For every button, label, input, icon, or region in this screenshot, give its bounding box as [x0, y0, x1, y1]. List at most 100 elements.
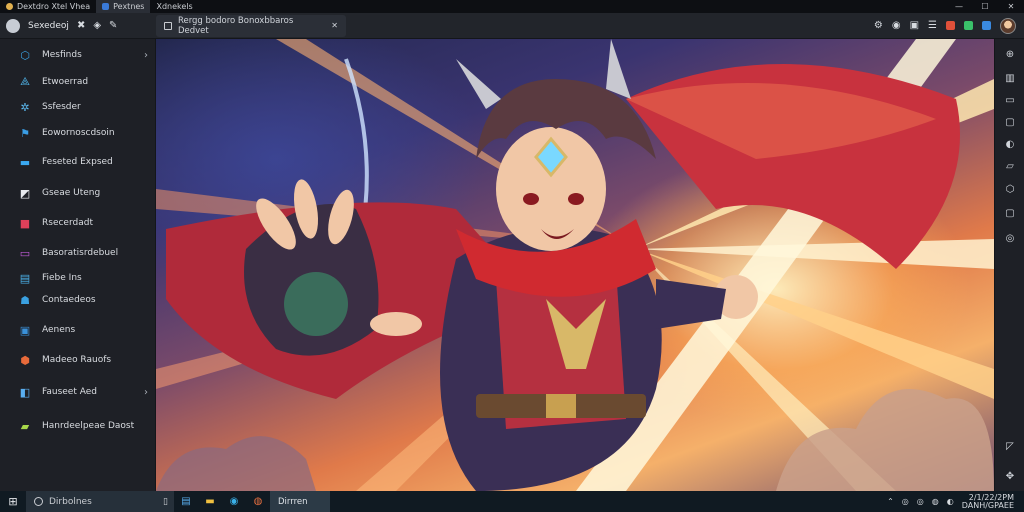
- clock[interactable]: 2/1/22/2PM DANH/GPAEE: [961, 493, 1018, 510]
- rail-tool-icon[interactable]: ▥: [1003, 71, 1017, 85]
- camera-icon[interactable]: ▣: [910, 20, 919, 31]
- sidebar-item[interactable]: ▤ Fiebe Ins: [0, 267, 156, 289]
- rail-tool-icon[interactable]: ▢: [1003, 115, 1017, 129]
- window-tab-3[interactable]: Xdnekels: [150, 0, 198, 13]
- sidebar-item[interactable]: ⟁ Etwoerrad: [0, 71, 156, 93]
- sidebar-item-label: Gseae Uteng: [42, 188, 101, 198]
- app-green-icon[interactable]: [964, 21, 973, 30]
- sidebar-item-label: Fauseet Aed: [42, 387, 97, 397]
- sidebar-item-icon: ■: [19, 216, 31, 230]
- tray-overflow-icon[interactable]: ⌃: [887, 497, 894, 506]
- file-explorer-icon[interactable]: ▬: [198, 491, 222, 512]
- avatar[interactable]: [1000, 17, 1016, 34]
- rail-tool-icon[interactable]: ▱: [1003, 159, 1017, 173]
- maximize-button[interactable]: ☐: [972, 0, 998, 13]
- rail-tool-icon[interactable]: ▭: [1003, 93, 1017, 107]
- title-bar: Dextdro Xtel Vhea Pextnes Xdnekels — ☐ ✕: [0, 0, 1024, 13]
- right-rail: ⊕ ▥ ▭ ▢ ◐ ▱ ⬡ ▢ ◎ ◸ ✥: [994, 39, 1024, 491]
- sidebar-item-label: Eowornoscdsoin: [42, 128, 115, 138]
- sidebar-item[interactable]: ■ Rsecerdadt: [0, 212, 156, 234]
- window-tab-label: Dextdro Xtel Vhea: [17, 2, 91, 11]
- rail-tool-icon[interactable]: ◐: [1003, 137, 1017, 151]
- sidebar-item-icon: ◧: [19, 385, 31, 399]
- sidebar-item[interactable]: ▬ Feseted Expsed: [0, 151, 156, 173]
- volume-icon[interactable]: ◎: [917, 497, 924, 506]
- rail-tool-icon[interactable]: ◸: [1003, 439, 1017, 453]
- sidebar-item[interactable]: ☗ Contaedeos: [0, 289, 156, 311]
- sidebar-item-label: Aenens: [42, 325, 76, 335]
- sidebar-item[interactable]: ▣ Aenens: [0, 319, 156, 341]
- sidebar-item-icon: ☗: [20, 293, 30, 307]
- sidebar-item[interactable]: ⬢ Madeeo Rauofs: [0, 349, 156, 371]
- document-icon: [164, 21, 172, 30]
- sidebar-item-icon: ▤: [19, 271, 31, 285]
- sidebar-item-icon: ⟁: [20, 75, 30, 88]
- shape-tool-icon[interactable]: ◈: [93, 20, 101, 31]
- app-blue-icon[interactable]: [982, 21, 991, 30]
- taskbar-app-icon[interactable]: ▤: [174, 491, 198, 512]
- sidebar-item[interactable]: ◩ Gseae Uteng: [0, 182, 156, 204]
- rail-tool-icon[interactable]: ✥: [1003, 469, 1017, 483]
- pen-tool-icon[interactable]: ✎: [109, 20, 117, 31]
- artwork-illustration: [156, 39, 994, 491]
- sidebar-item-label: Mesfinds: [42, 50, 82, 60]
- window-tab-label: Xdnekels: [156, 2, 193, 11]
- close-tab-icon[interactable]: ✕: [331, 21, 338, 30]
- sidebar-item[interactable]: ⚑ Eowornoscdsoin: [0, 122, 156, 144]
- sidebar-item-icon: ◩: [19, 186, 31, 200]
- chevron-right-icon[interactable]: ›: [144, 387, 148, 398]
- app-logo-icon: [6, 18, 20, 33]
- taskbar-search[interactable]: Dirbolnes ▯: [26, 491, 174, 512]
- sidebar-item-icon: ⚑: [20, 126, 30, 140]
- sidebar-item-label: Basoratisrdebuel: [42, 248, 119, 258]
- taskbar-app-2-icon[interactable]: ◍: [246, 491, 270, 512]
- sidebar-item[interactable]: ⬡ Mesfinds ›: [0, 44, 156, 66]
- document-tab[interactable]: Rergg bodoro Bonoxbbaros Dedvet ✕: [156, 14, 346, 37]
- sidebar-item-icon: ▭: [19, 246, 31, 260]
- sidebar-item-icon: ▰: [20, 419, 30, 433]
- network-icon[interactable]: ◎: [902, 497, 909, 506]
- rail-tool-icon[interactable]: ◎: [1003, 231, 1017, 245]
- sidebar-item-icon: ▬: [19, 155, 31, 169]
- sidebar-item[interactable]: ◧ Fauseet Aed ›: [0, 381, 156, 403]
- close-tool-icon[interactable]: ✖: [77, 20, 85, 31]
- rail-tool-icon[interactable]: ▢: [1003, 206, 1017, 220]
- rail-tool-icon[interactable]: ⊕: [1003, 47, 1017, 61]
- browser-icon[interactable]: ◉: [222, 491, 246, 512]
- task-view-icon[interactable]: ▯: [163, 497, 174, 507]
- active-app-button[interactable]: Dirrren: [270, 491, 330, 512]
- doc-icon: [102, 3, 110, 10]
- battery-icon[interactable]: ◍: [932, 497, 939, 506]
- window-tab-1[interactable]: Dextdro Xtel Vhea: [0, 0, 96, 13]
- minimize-button[interactable]: —: [946, 0, 972, 13]
- notification-icon[interactable]: ◐: [947, 497, 954, 506]
- sidebar-item-icon: ⬡: [20, 48, 30, 62]
- app-red-icon[interactable]: [946, 21, 955, 30]
- taskbar: ⊞ Dirbolnes ▯ ▤ ▬ ◉ ◍ Dirrren ⌃ ◎ ◎ ◍ ◐ …: [0, 491, 1024, 512]
- gear-icon[interactable]: ⚙: [874, 20, 883, 31]
- sidebar-item[interactable]: ▭ Basoratisrdebuel: [0, 242, 156, 264]
- sidebar-item-label: Hanrdeelpeae Daost: [42, 421, 135, 431]
- taskbar-search-text: Dirbolnes: [49, 496, 92, 507]
- toolbar: Sexedeoj ✖ ◈ ✎ Rergg bodoro Bonoxbbaros …: [0, 13, 1024, 39]
- sidebar-item-icon: ✲: [20, 100, 30, 114]
- sidebar-item[interactable]: ✲ Ssfesder: [0, 96, 156, 118]
- sidebar-item-label: Rsecerdadt: [42, 218, 93, 228]
- window-controls: — ☐ ✕: [946, 0, 1024, 13]
- sidebar-item[interactable]: ▰ Hanrdeelpeae Daost: [0, 415, 156, 437]
- sidebar-item-label: Feseted Expsed: [42, 157, 113, 167]
- sidebar-item-label: Contaedeos: [42, 295, 96, 305]
- list-icon[interactable]: ☰: [928, 20, 937, 31]
- eye-icon[interactable]: ◉: [892, 20, 901, 31]
- sidebar-item-label: Ssfesder: [42, 102, 81, 112]
- rail-tool-icon[interactable]: ⬡: [1003, 182, 1017, 196]
- chevron-right-icon[interactable]: ›: [144, 50, 148, 61]
- sidebar-item-label: Madeeo Rauofs: [42, 355, 112, 365]
- search-icon: [34, 497, 43, 506]
- close-button[interactable]: ✕: [998, 0, 1024, 13]
- sidebar: ⬡ Mesfinds › ⟁ Etwoerrad ✲ Ssfesder ⚑ Eowornoscd…: [0, 39, 156, 491]
- window-tab-2[interactable]: Pextnes: [96, 0, 151, 13]
- start-button[interactable]: ⊞: [0, 491, 26, 512]
- clock-date: DANH/GPAEE: [961, 500, 1014, 510]
- artwork-canvas[interactable]: [156, 39, 994, 491]
